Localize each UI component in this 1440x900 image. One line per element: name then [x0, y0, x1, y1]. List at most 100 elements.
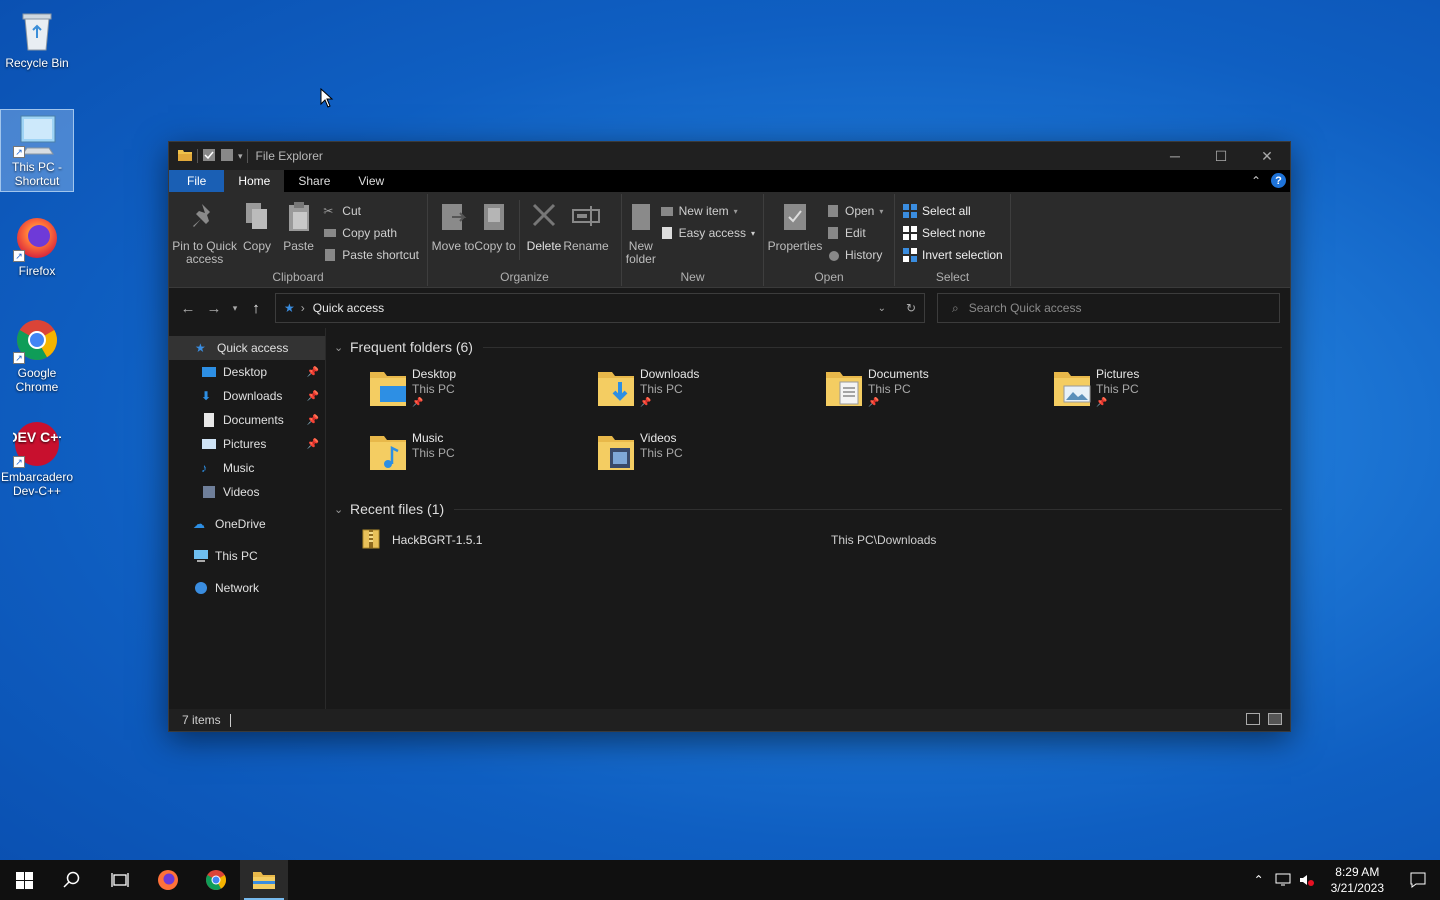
explorer-body: ★ Quick access Desktop 📌 ⬇ Downloads 📌 D…	[169, 328, 1290, 709]
clock[interactable]: 8:29 AM 3/21/2023	[1319, 864, 1396, 896]
easy-access-button[interactable]: Easy access ▾	[660, 224, 755, 242]
taskbar-file-explorer[interactable]	[240, 860, 288, 900]
show-hidden-icons-button[interactable]: ⌃	[1247, 860, 1271, 900]
nav-item-quick-access[interactable]: ★ Quick access	[169, 336, 325, 360]
cut-button[interactable]: ✂ Cut	[323, 202, 419, 220]
paste-shortcut-icon	[323, 248, 337, 262]
nav-item-network[interactable]: Network	[169, 576, 325, 600]
pin-icon[interactable]: 📌	[868, 397, 929, 408]
refresh-icon[interactable]: ↻	[906, 301, 916, 315]
recycle-bin-icon	[13, 6, 61, 54]
large-icons-view-icon[interactable]	[1268, 713, 1282, 725]
folder-tile[interactable]: Music This PC	[366, 430, 594, 486]
divider	[197, 149, 198, 163]
ribbon-group-clipboard: Pin to Quick access Copy Paste ✂ Cut Copy…	[169, 194, 428, 286]
open-button[interactable]: Open ▾	[826, 202, 883, 220]
search-button[interactable]	[48, 860, 96, 900]
volume-muted-icon[interactable]	[1295, 860, 1319, 900]
action-center-button[interactable]	[1396, 860, 1440, 900]
back-button[interactable]: ←	[175, 300, 201, 317]
folder-tile[interactable]: Pictures This PC 📌	[1050, 366, 1278, 422]
nav-item-videos[interactable]: Videos	[169, 480, 325, 504]
nav-item-pictures[interactable]: Pictures 📌	[169, 432, 325, 456]
tab-share[interactable]: Share	[284, 170, 344, 192]
pin-icon[interactable]: 📌	[640, 397, 699, 408]
close-button[interactable]: ✕	[1244, 142, 1290, 170]
pin-icon[interactable]: 📌	[412, 397, 456, 408]
desktop-icon-firefox[interactable]: ↗ Firefox	[0, 214, 74, 280]
folder-tile[interactable]: Videos This PC	[594, 430, 822, 486]
new-folder-qat-icon[interactable]	[220, 148, 234, 165]
taskbar: ⌃ 8:29 AM 3/21/2023	[0, 860, 1440, 900]
taskbar-firefox[interactable]	[144, 860, 192, 900]
nav-item-documents[interactable]: Documents 📌	[169, 408, 325, 432]
folder-tile[interactable]: Downloads This PC 📌	[594, 366, 822, 422]
nav-item-desktop[interactable]: Desktop 📌	[169, 360, 325, 384]
network-status-icon[interactable]	[1271, 860, 1295, 900]
tab-file[interactable]: File	[169, 170, 225, 192]
ribbon-group-organize: Move to Copy to Delete Rename Organize	[428, 194, 622, 286]
pin-icon[interactable]: 📌	[307, 391, 319, 402]
desktop-icon-devcpp[interactable]: DEV C++ ↗ Embarcadero Dev-C++	[0, 420, 74, 504]
recent-files-header[interactable]: ⌄ Recent files (1)	[334, 496, 1282, 522]
divider	[519, 200, 520, 260]
nav-item-this-pc[interactable]: This PC	[169, 544, 325, 568]
desktop-icon	[201, 365, 217, 379]
search-input[interactable]: ⌕ Search Quick access	[937, 293, 1280, 323]
address-bar[interactable]: ★ › Quick access ⌄ ↻	[275, 293, 925, 323]
collapse-ribbon-icon[interactable]: ⌃	[1251, 174, 1261, 188]
properties-qat-icon[interactable]	[202, 148, 216, 165]
address-dropdown-button[interactable]: ⌄	[878, 303, 886, 314]
pin-icon[interactable]: 📌	[307, 439, 319, 450]
select-none-button[interactable]: Select none	[903, 224, 1003, 242]
chevron-down-icon: ▾	[750, 228, 755, 238]
folder-tile[interactable]: Documents This PC 📌	[822, 366, 1050, 422]
help-icon[interactable]: ?	[1271, 173, 1286, 188]
clock-date: 3/21/2023	[1330, 881, 1384, 895]
search-icon: ⌕	[952, 300, 959, 315]
list-item[interactable]: HackBGRT-1.5.1 This PC\Downloads	[334, 526, 1282, 554]
ribbon-group-label: Organize	[500, 270, 549, 284]
paste-shortcut-button[interactable]: Paste shortcut	[323, 246, 419, 264]
tab-home[interactable]: Home	[224, 170, 285, 192]
taskbar-chrome[interactable]	[192, 860, 240, 900]
desktop-icon-recycle-bin[interactable]: Recycle Bin	[0, 6, 74, 76]
frequent-folders-header[interactable]: ⌄ Frequent folders (6)	[334, 334, 1282, 360]
nav-item-music[interactable]: ♪ Music	[169, 456, 325, 480]
desktop-folder-icon	[366, 366, 410, 410]
select-all-button[interactable]: Select all	[903, 202, 1003, 220]
task-view-button[interactable]	[96, 860, 144, 900]
system-tray: ⌃ 8:29 AM 3/21/2023	[1247, 860, 1440, 900]
copy-path-button[interactable]: Copy path	[323, 224, 419, 242]
invert-selection-button[interactable]: Invert selection	[903, 246, 1003, 264]
history-icon	[826, 248, 840, 262]
pin-icon[interactable]: 📌	[1096, 397, 1139, 408]
picture-icon	[201, 437, 217, 451]
nav-item-downloads[interactable]: ⬇ Downloads 📌	[169, 384, 325, 408]
history-button[interactable]: History	[826, 246, 883, 264]
up-button[interactable]: ↑	[243, 300, 269, 317]
recent-locations-button[interactable]: ▾	[227, 303, 243, 314]
maximize-button[interactable]: ☐	[1198, 142, 1244, 170]
chevron-down-icon: ▾	[879, 206, 884, 216]
desktop-icon-this-pc[interactable]: ↗ This PC - Shortcut	[0, 109, 74, 192]
details-view-icon[interactable]	[1246, 713, 1260, 725]
forward-button[interactable]: →	[201, 300, 227, 317]
pin-icon[interactable]: 📌	[307, 415, 319, 426]
video-icon	[201, 485, 217, 499]
start-button[interactable]	[0, 860, 48, 900]
ribbon-group-label: Clipboard	[272, 270, 324, 284]
pin-icon	[190, 200, 220, 234]
tab-view[interactable]: View	[344, 170, 398, 192]
new-item-icon	[660, 204, 674, 218]
document-icon	[201, 413, 217, 427]
desktop-icon-chrome[interactable]: ↗ Google Chrome	[0, 316, 74, 400]
folder-tile[interactable]: Desktop This PC 📌	[366, 366, 594, 422]
new-item-button[interactable]: New item ▾	[660, 202, 755, 220]
nav-item-onedrive[interactable]: ☁ OneDrive	[169, 512, 325, 536]
chevron-down-icon[interactable]: ▾	[238, 151, 243, 162]
pin-icon[interactable]: 📌	[307, 367, 319, 378]
title-bar[interactable]: ▾ File Explorer ─ ☐ ✕	[169, 142, 1290, 170]
edit-button[interactable]: Edit	[826, 224, 883, 242]
minimize-button[interactable]: ─	[1152, 142, 1198, 170]
